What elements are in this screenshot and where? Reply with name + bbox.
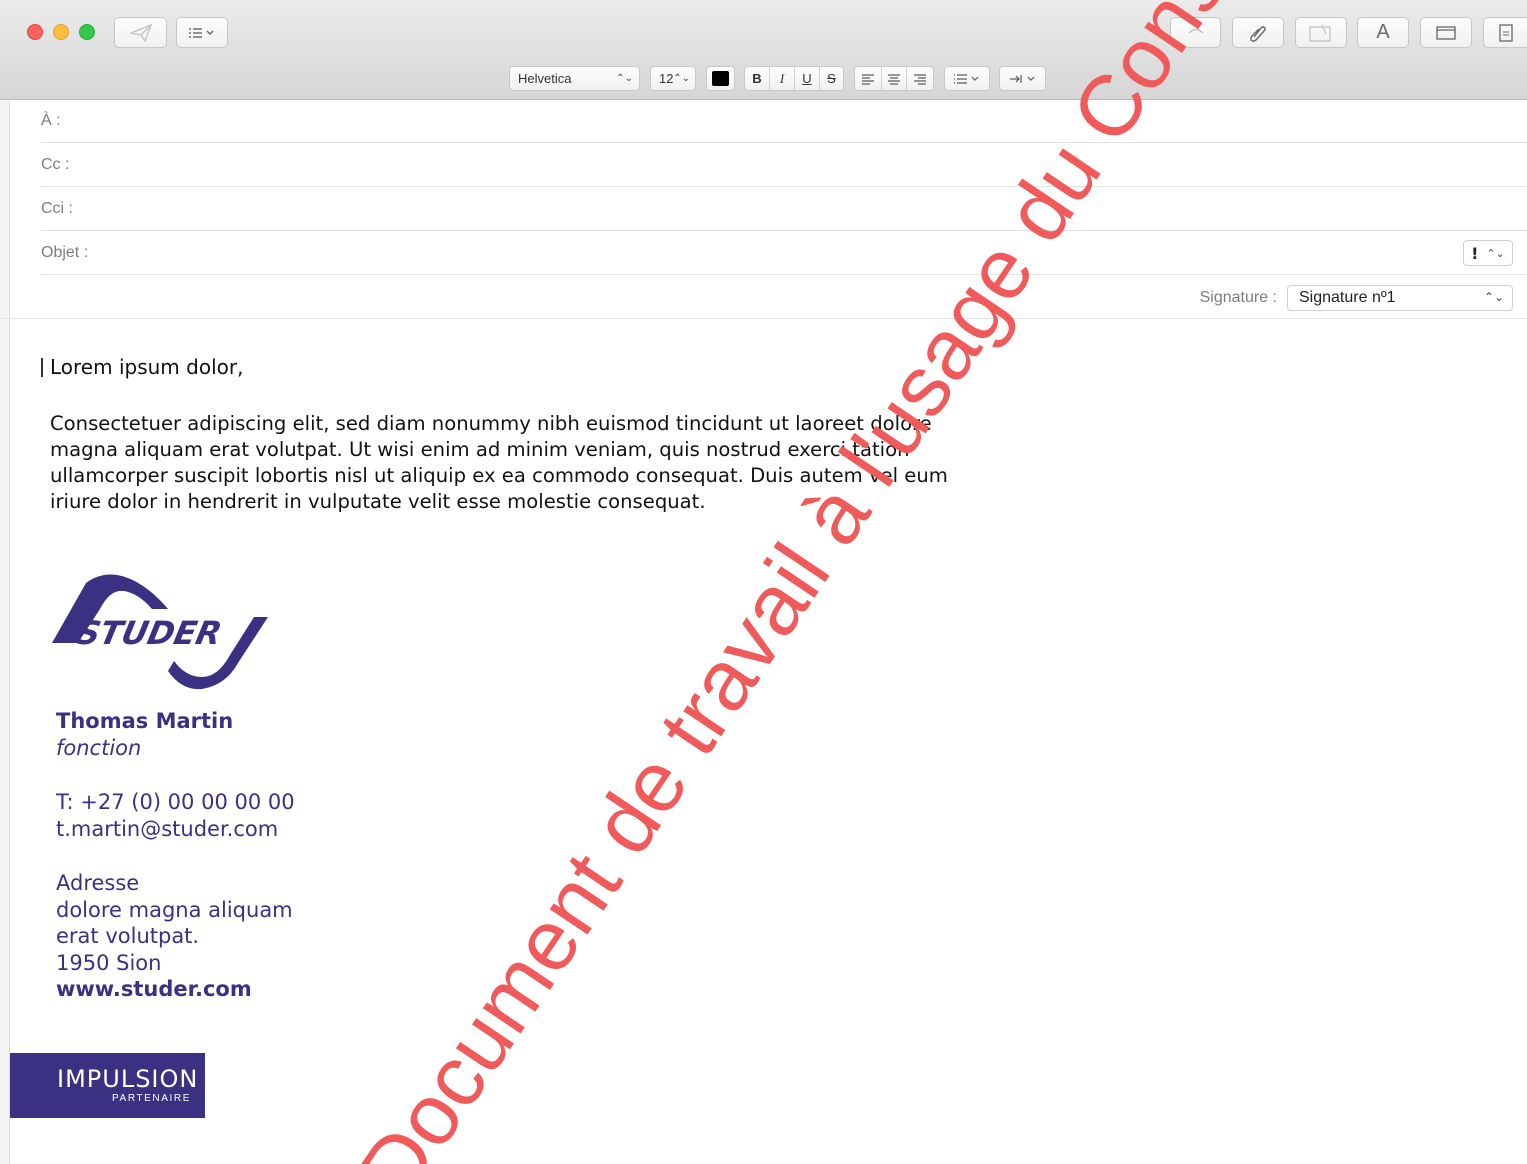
subject-field[interactable]: Objet : — [41, 231, 1527, 275]
priority-value: ! — [1471, 243, 1479, 263]
to-field[interactable]: À : — [41, 99, 1527, 143]
signature-address: Adresse dolore magna aliquam erat volutp… — [56, 870, 293, 1003]
impulsion-partner-badge: IMPULSION PARTENAIRE — [10, 1053, 205, 1118]
address-line-1: dolore magna aliquam — [56, 897, 293, 922]
updown-chevron-icon: ⌃⌄ — [1486, 246, 1505, 260]
address-title: Adresse — [56, 871, 140, 895]
updown-chevron-icon: ⌃⌄ — [616, 72, 633, 84]
font-family-value: Helvetica — [518, 71, 572, 86]
photo-attach-icon — [1309, 24, 1331, 42]
sidebar-edge — [0, 100, 10, 1164]
address-city: 1950 Sion — [56, 950, 162, 975]
font-size-value: 12 — [659, 71, 674, 86]
logo-wordmark: STUDER — [73, 614, 225, 652]
bold-button[interactable]: B — [745, 67, 770, 90]
signature-row: Signature : Signature nº1 ⌃⌄ — [0, 276, 1527, 319]
priority-select[interactable]: ! ⌃⌄ — [1463, 240, 1513, 266]
window-icon — [1436, 25, 1456, 40]
font-size-select[interactable]: 12 ⌃⌄ — [650, 66, 696, 91]
studer-logo: STUDER — [50, 573, 272, 691]
align-right-icon — [914, 73, 927, 85]
signature-website[interactable]: www.studer.com — [56, 976, 293, 1003]
indent-select[interactable] — [999, 66, 1046, 91]
align-center-button[interactable] — [882, 67, 908, 90]
reply-arrow-button[interactable] — [1170, 17, 1221, 48]
cc-label: Cc : — [41, 155, 70, 173]
alignment-group — [854, 66, 934, 91]
updown-chevron-icon: ⌃⌄ — [1483, 290, 1504, 304]
strikethrough-button[interactable]: S — [820, 67, 843, 90]
stationery-button[interactable] — [1483, 17, 1527, 48]
list-icon — [189, 27, 214, 38]
signature-email[interactable]: t.martin@studer.com — [56, 816, 278, 843]
align-left-icon — [861, 73, 874, 85]
cc-field[interactable]: Cc : — [41, 143, 1527, 187]
signature-label: Signature : — [1199, 289, 1277, 306]
zoom-window-button[interactable] — [79, 24, 95, 40]
to-label: À : — [41, 111, 61, 129]
window-toolbar: A Helvetica ⌃⌄ 12 ⌃⌄ B I U S — [0, 0, 1527, 100]
badge-title: IMPULSION — [57, 1065, 199, 1093]
signature-name: Thomas Martin — [56, 709, 234, 733]
font-family-select[interactable]: Helvetica ⌃⌄ — [509, 66, 640, 91]
signature-value: Signature nº1 — [1299, 289, 1396, 306]
photo-attach-button[interactable] — [1295, 17, 1347, 48]
color-swatch — [712, 71, 729, 86]
undo-arrow-icon — [1188, 28, 1203, 34]
signature-phone: T: +27 (0) 00 00 00 00 — [56, 790, 295, 814]
address-line-2: erat volutpat. — [56, 924, 200, 948]
italic-button[interactable]: I — [770, 67, 795, 90]
bcc-field[interactable]: Cci : — [41, 187, 1527, 231]
browser-button[interactable] — [1420, 17, 1472, 48]
updown-chevron-icon: ⌃⌄ — [673, 72, 690, 84]
indent-icon — [1009, 74, 1034, 83]
badge-subtitle: PARTENAIRE — [112, 1093, 191, 1104]
close-window-button[interactable] — [27, 24, 43, 40]
align-center-icon — [887, 73, 900, 85]
attach-button[interactable] — [1232, 17, 1284, 48]
text-color-button[interactable] — [706, 66, 735, 91]
header-fields-button[interactable] — [176, 17, 228, 48]
text-style-group: B I U S — [744, 66, 844, 91]
signature-function: fonction — [56, 736, 142, 760]
bcc-label: Cci : — [41, 199, 73, 217]
minimize-window-button[interactable] — [53, 24, 69, 40]
fonts-button[interactable]: A — [1357, 17, 1409, 48]
signature-select[interactable]: Signature nº1 ⌃⌄ — [1287, 285, 1513, 311]
subject-label: Objet : — [41, 243, 89, 261]
stationery-icon — [1498, 23, 1513, 42]
message-body[interactable]: Consectetuer adipiscing elit, sed diam n… — [50, 411, 970, 515]
paperclip-icon — [1250, 25, 1266, 42]
list-style-select[interactable] — [944, 66, 990, 91]
text-cursor — [41, 358, 43, 377]
bulleted-list-icon — [954, 73, 979, 84]
align-left-button[interactable] — [855, 67, 882, 90]
paper-plane-icon — [129, 23, 152, 42]
message-greeting[interactable]: Lorem ipsum dolor, — [50, 355, 243, 379]
align-right-button[interactable] — [907, 67, 933, 90]
underline-button[interactable]: U — [795, 67, 820, 90]
send-button[interactable] — [114, 17, 167, 48]
